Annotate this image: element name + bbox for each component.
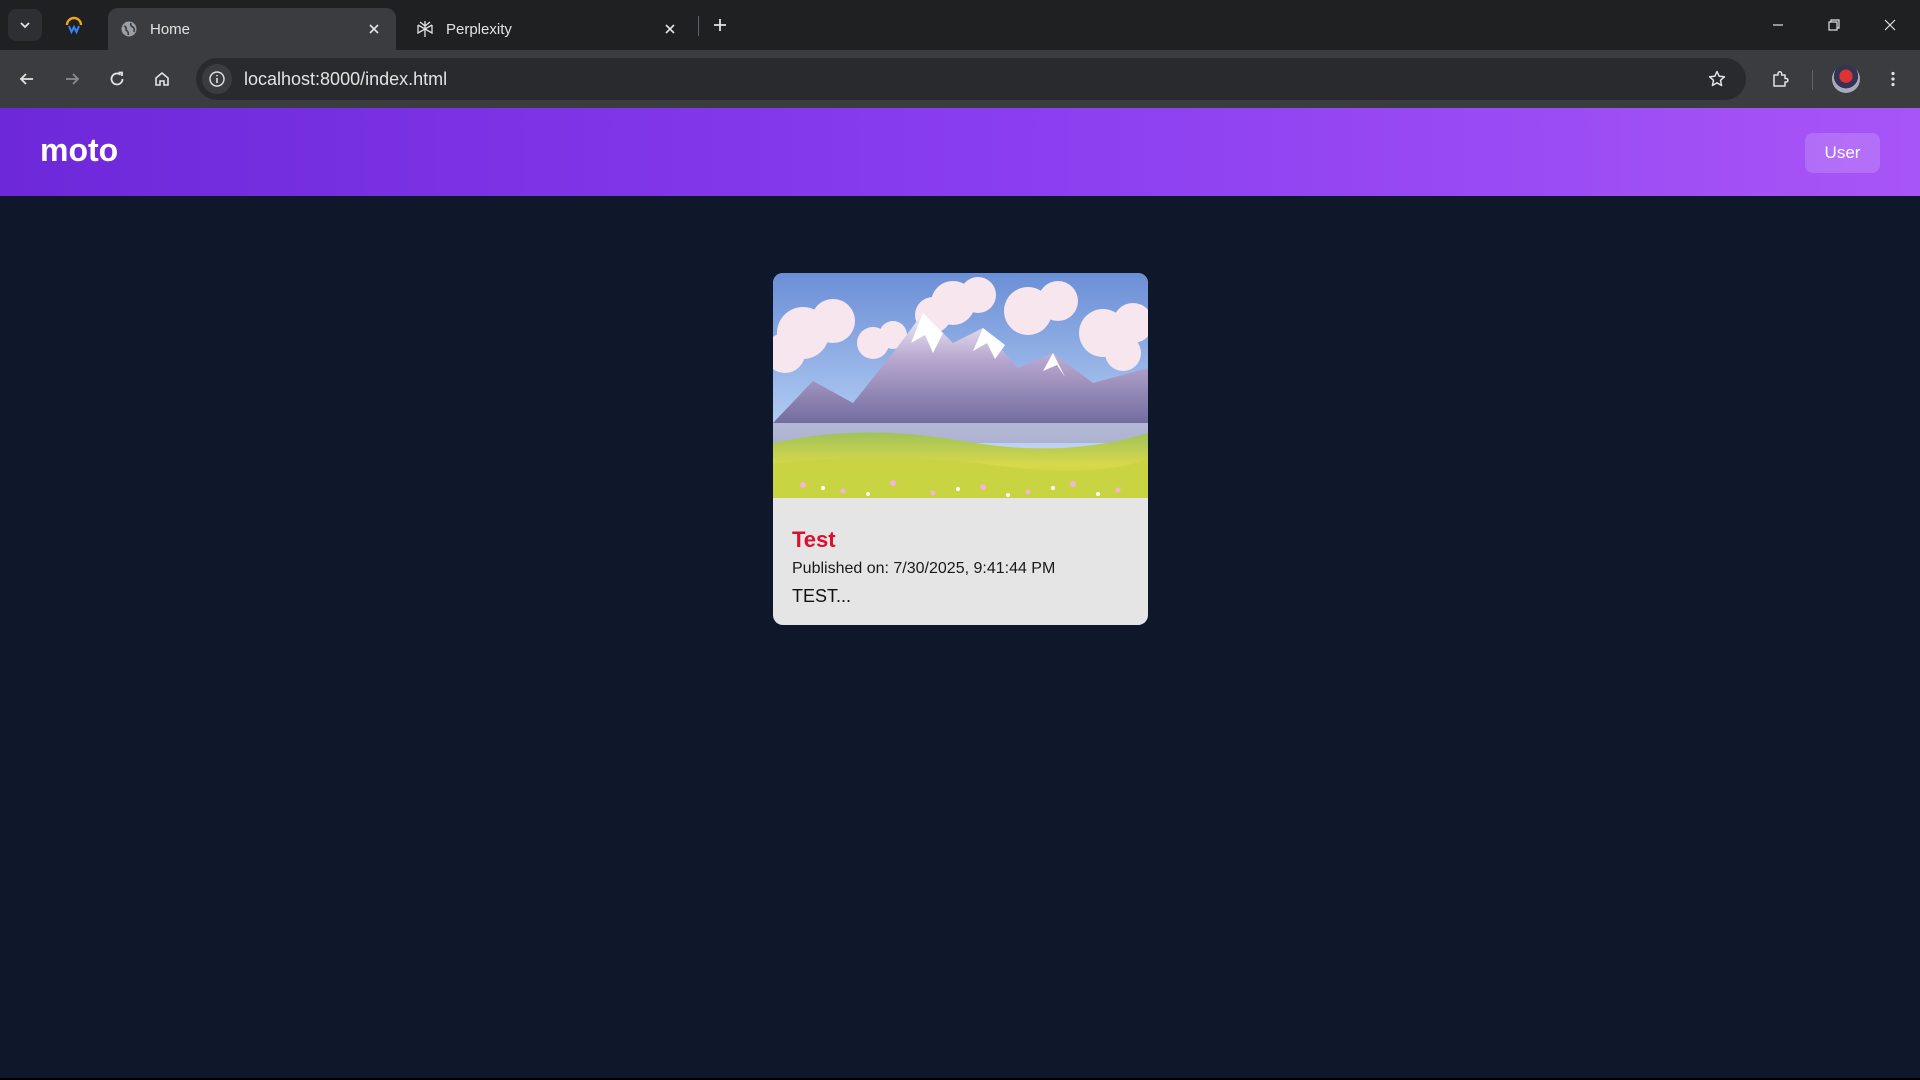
plus-icon	[714, 19, 726, 31]
close-window-button[interactable]	[1862, 0, 1918, 50]
puzzle-icon	[1773, 70, 1789, 87]
minimize-button[interactable]	[1750, 0, 1806, 50]
back-button[interactable]	[10, 62, 44, 96]
reload-button[interactable]	[100, 62, 134, 96]
reload-icon	[110, 71, 124, 86]
arrow-right-icon	[66, 73, 80, 85]
browser-toolbar: localhost:8000/index.html	[0, 50, 1920, 108]
tab-home[interactable]: Home	[108, 8, 396, 50]
perplexity-icon	[416, 20, 434, 38]
browser-tab-strip: Home Perplexity	[0, 0, 1920, 50]
bookmark-star-icon[interactable]	[1702, 64, 1732, 94]
post-card[interactable]: Test Published on: 7/30/2025, 9:41:44 PM…	[773, 273, 1148, 625]
tab-perplexity[interactable]: Perplexity	[404, 8, 692, 50]
browser-menu-button[interactable]	[1876, 62, 1910, 96]
post-title[interactable]: Test	[792, 527, 836, 553]
restore-button[interactable]	[1806, 0, 1862, 50]
forward-button[interactable]	[55, 62, 89, 96]
mountain-landscape-image	[773, 273, 1148, 498]
close-icon	[1884, 19, 1896, 31]
arrow-left-icon	[19, 73, 33, 85]
restore-icon	[1828, 19, 1840, 31]
user-button[interactable]: User	[1805, 133, 1880, 173]
close-tab-icon[interactable]	[660, 19, 680, 39]
profile-avatar[interactable]	[1832, 65, 1860, 93]
new-tab-button[interactable]	[706, 11, 734, 39]
tab-separator	[698, 16, 699, 36]
kebab-menu-icon	[1891, 71, 1895, 87]
extensions-button[interactable]	[1764, 62, 1798, 96]
chevron-down-icon	[20, 22, 30, 29]
minimize-icon	[1773, 24, 1783, 26]
page-content: moto User Test Published on: 7/30/2025, …	[0, 108, 1920, 1078]
home-button[interactable]	[145, 62, 179, 96]
toolbar-separator	[1812, 70, 1813, 90]
app-header: moto User	[0, 108, 1920, 196]
post-published-date: Published on: 7/30/2025, 9:41:44 PM	[792, 560, 1056, 577]
brand-logo[interactable]: moto	[40, 132, 118, 169]
pinned-tab[interactable]	[56, 9, 92, 41]
close-tab-icon[interactable]	[364, 19, 384, 39]
address-bar[interactable]: localhost:8000/index.html	[196, 58, 1746, 100]
pinned-site-icon	[65, 16, 83, 35]
tab-title: Perplexity	[446, 20, 512, 38]
home-icon	[155, 71, 169, 86]
tab-title: Home	[150, 20, 191, 38]
globe-icon	[120, 20, 138, 38]
tab-search-button[interactable]	[8, 9, 42, 41]
site-info-icon[interactable]	[202, 64, 232, 94]
address-url[interactable]: localhost:8000/index.html	[244, 69, 447, 90]
post-excerpt: TEST...	[792, 586, 852, 606]
